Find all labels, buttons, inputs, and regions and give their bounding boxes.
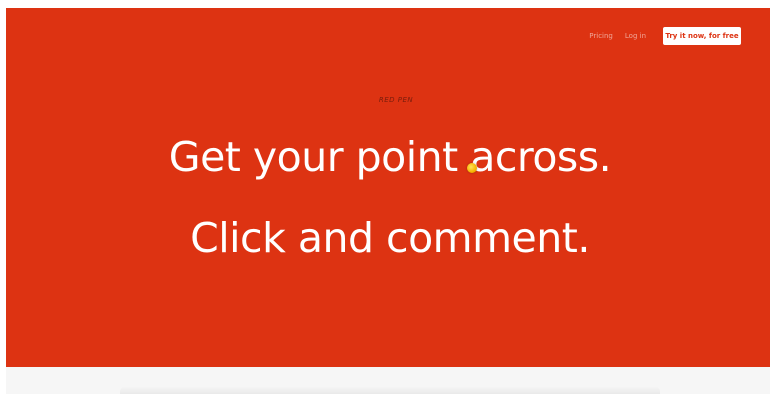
headline-primary: Get your point across. xyxy=(168,133,612,181)
brand-name: RED PEN xyxy=(378,96,414,104)
preview-card-edge xyxy=(120,386,660,394)
headline-secondary: Click and comment. xyxy=(190,214,590,262)
hero-section: Pricing Log in Try it now, for free RED … xyxy=(6,8,770,367)
login-link[interactable]: Log in xyxy=(625,32,646,40)
pricing-link[interactable]: Pricing xyxy=(589,32,613,40)
try-free-button[interactable]: Try it now, for free xyxy=(663,27,741,45)
comment-dot-icon[interactable] xyxy=(467,163,477,173)
page: Pricing Log in Try it now, for free RED … xyxy=(0,0,770,394)
top-nav: Pricing Log in Try it now, for free xyxy=(589,27,741,45)
